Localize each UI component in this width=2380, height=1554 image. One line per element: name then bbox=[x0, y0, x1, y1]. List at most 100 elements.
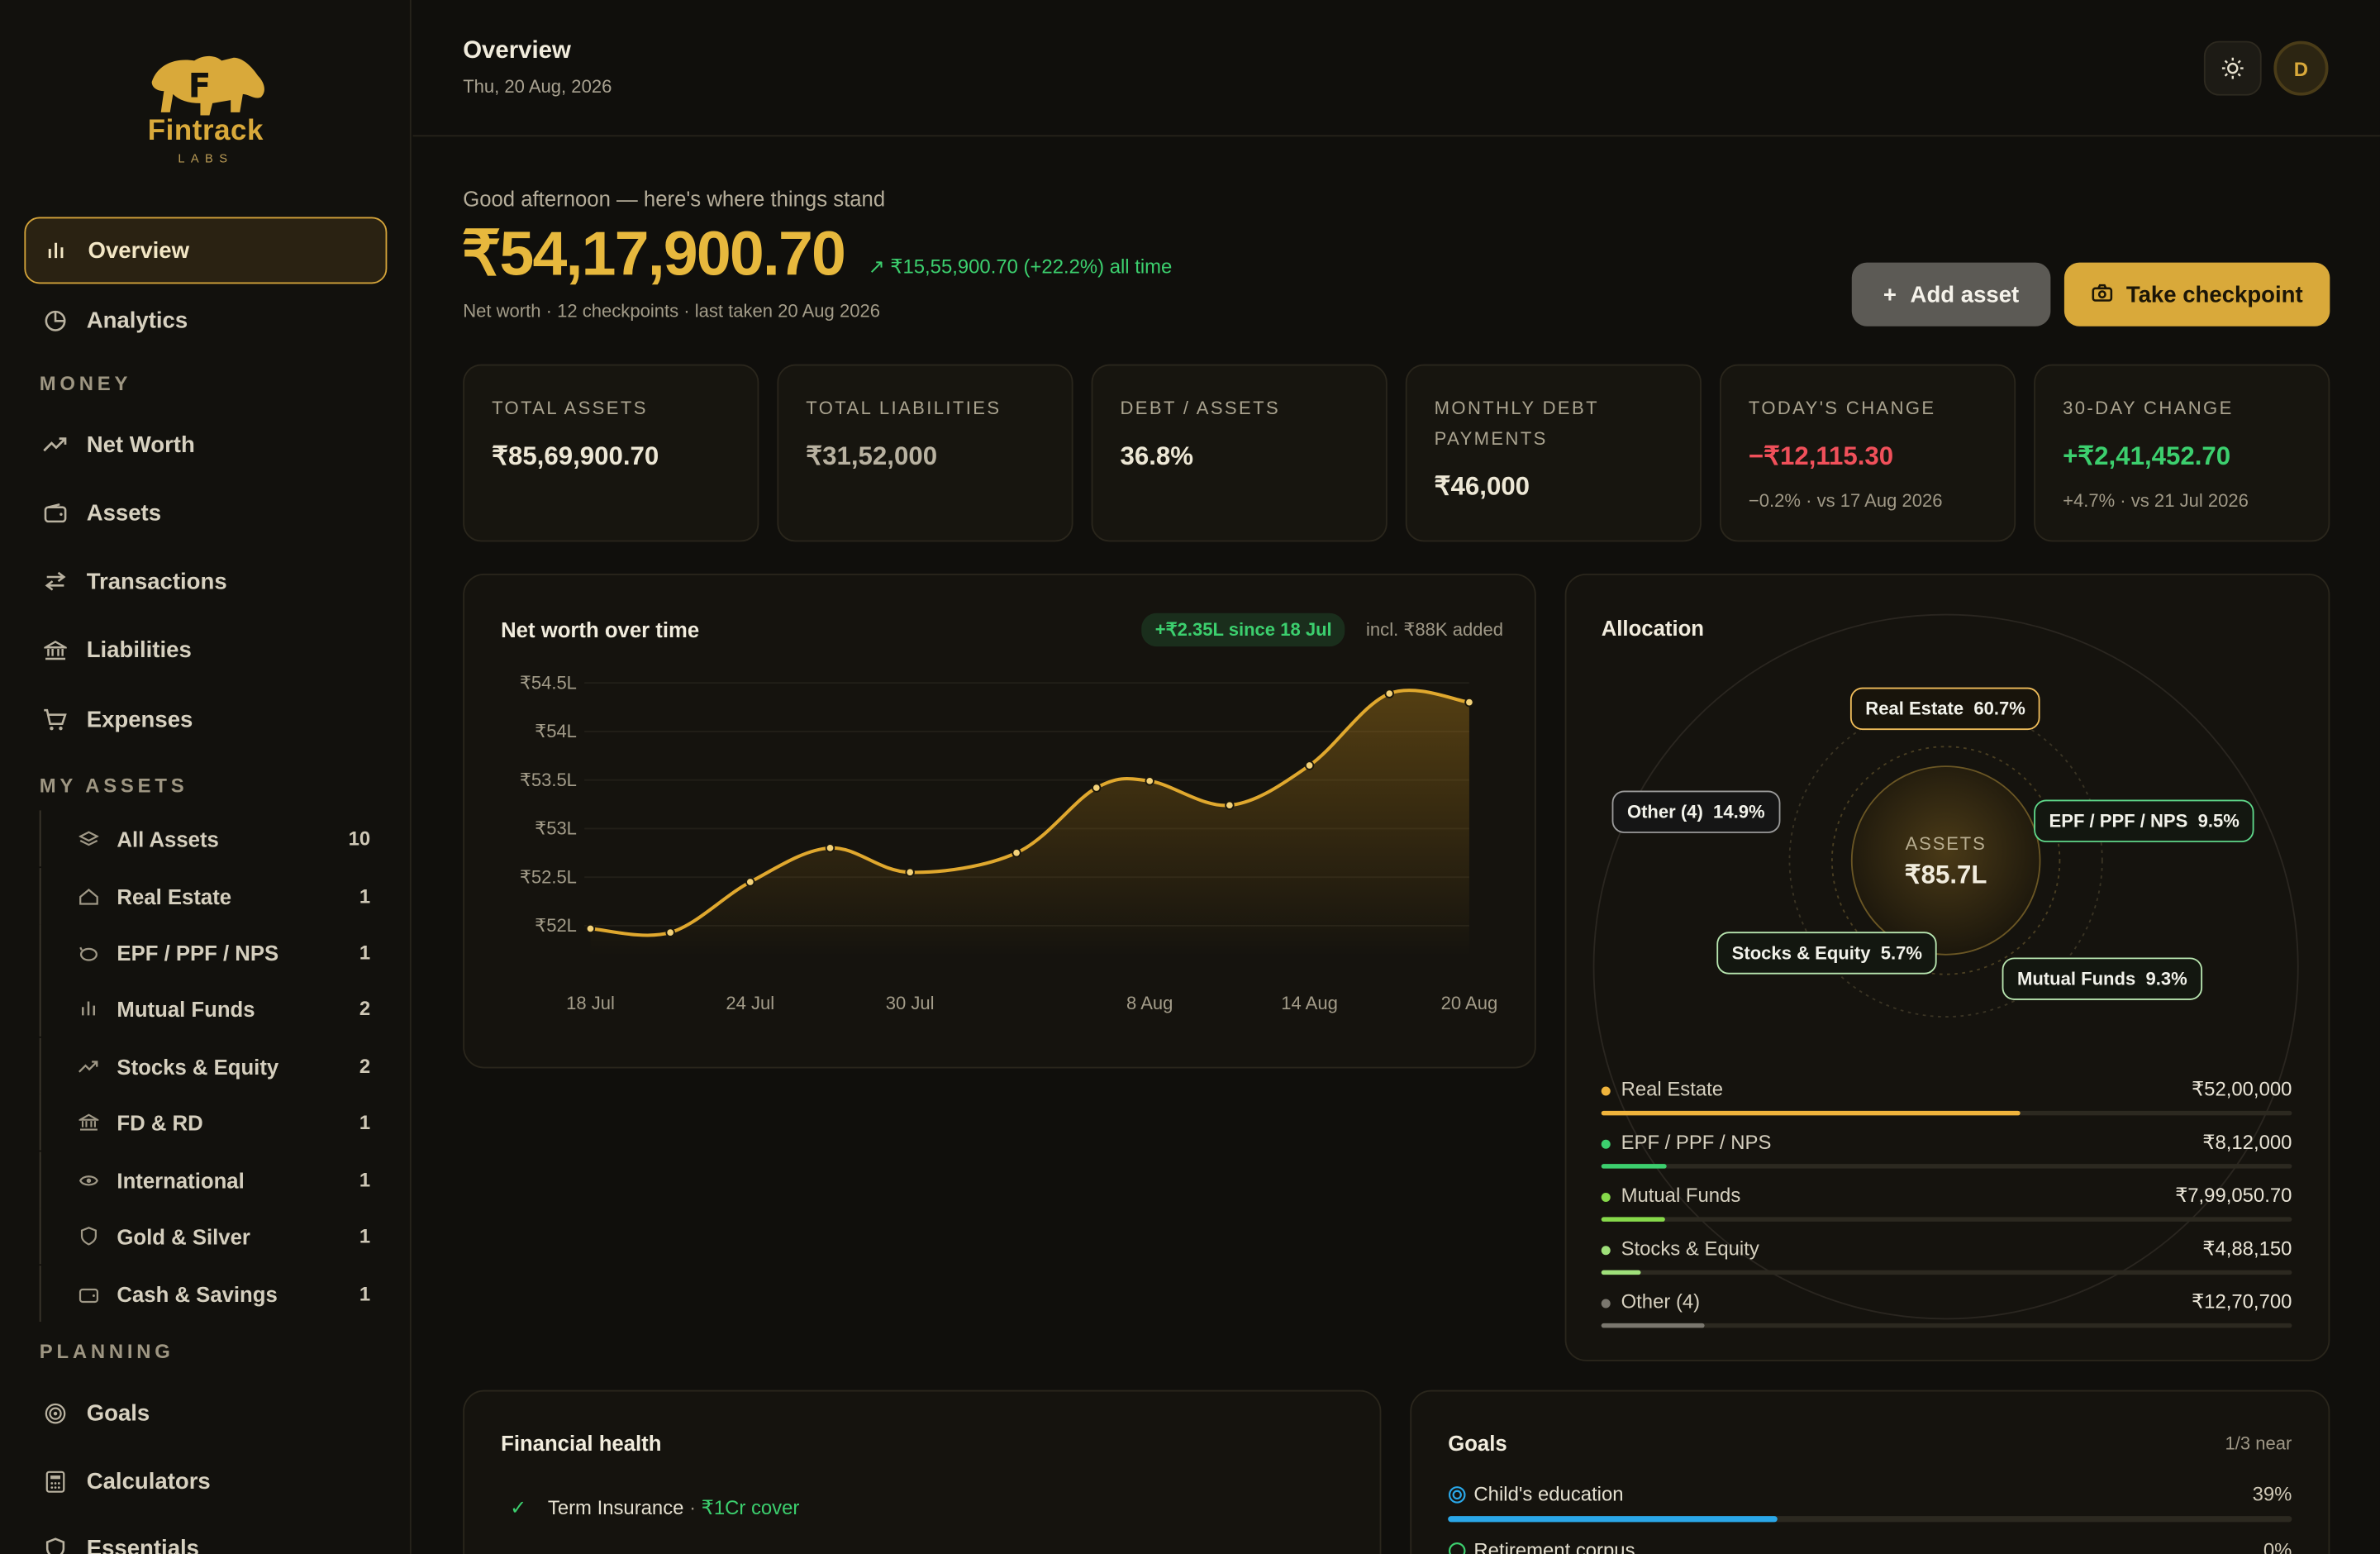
svg-text:F: F bbox=[188, 67, 211, 106]
allocation-title: Allocation bbox=[1601, 616, 1705, 641]
sidebar-item-analytics[interactable]: Analytics bbox=[24, 287, 387, 354]
goal-name: Child's education bbox=[1473, 1482, 1624, 1506]
sidebar-subitem-gold-silver[interactable]: Gold & Silver 1 bbox=[39, 1208, 388, 1265]
section-heading-my-assets: MY ASSETS bbox=[39, 774, 188, 797]
sidebar-subitem-mutual-funds[interactable]: Mutual Funds 2 bbox=[39, 980, 388, 1037]
allocation-bar-track bbox=[1601, 1217, 2292, 1222]
chart-point[interactable] bbox=[1304, 760, 1315, 770]
sidebar-item-label: Essentials bbox=[86, 1535, 200, 1554]
kpi-value: +₹2,41,452.70 bbox=[2063, 441, 2231, 471]
allocation-center-value: ₹85.7L bbox=[1904, 860, 1987, 889]
count-badge: 2 bbox=[359, 1054, 371, 1078]
sidebar-item-transactions[interactable]: Transactions bbox=[24, 548, 387, 615]
allocation-bubble-stocks[interactable]: Stocks & Equity 5.7% bbox=[1716, 932, 1938, 975]
allocation-row[interactable]: Stocks & Equity ₹4,88,150 bbox=[1601, 1237, 2292, 1293]
goal-row[interactable]: Child's education 39% bbox=[1448, 1483, 2292, 1528]
allocation-amount: ₹12,70,700 bbox=[2191, 1289, 2292, 1313]
kpi-value: 36.8% bbox=[1120, 441, 1194, 471]
sidebar-item-assets[interactable]: Assets bbox=[24, 479, 387, 546]
sidebar-item-label: Assets bbox=[86, 499, 162, 527]
chart-point[interactable] bbox=[745, 877, 755, 887]
allocation-bubble-mutual-funds[interactable]: Mutual Funds 9.3% bbox=[2002, 957, 2203, 1000]
sidebar-item-expenses[interactable]: Expenses bbox=[24, 686, 387, 753]
allocation-row[interactable]: Real Estate ₹52,00,000 bbox=[1601, 1077, 2292, 1133]
section-heading-planning: PLANNING bbox=[39, 1340, 174, 1363]
shield-icon bbox=[78, 1226, 99, 1246]
add-asset-button[interactable]: + Add asset bbox=[1851, 262, 2051, 327]
sidebar-item-overview[interactable]: Overview bbox=[24, 217, 388, 284]
allocation-row[interactable]: Mutual Funds ₹7,99,050.70 bbox=[1601, 1184, 2292, 1240]
brand-sub: LABS bbox=[178, 151, 234, 166]
sidebar-item-liabilities[interactable]: Liabilities bbox=[24, 616, 387, 683]
x-tick-label: 24 Jul bbox=[726, 993, 774, 1013]
layers-icon bbox=[78, 829, 99, 847]
sidebar-subitem-all-assets[interactable]: All Assets 10 bbox=[39, 810, 388, 867]
kpi-label: TOTAL ASSETS bbox=[492, 398, 648, 419]
net-worth-value: ₹54,17,900.70 bbox=[461, 218, 846, 288]
allocation-bubble-real-estate[interactable]: Real Estate 60.7% bbox=[1849, 687, 2041, 731]
kpi-card-debt-assets[interactable]: DEBT / ASSETS 36.8% bbox=[1091, 364, 1388, 542]
allocation-row[interactable]: EPF / PPF / NPS ₹8,12,000 bbox=[1601, 1131, 2292, 1186]
bubble-pct: 9.3% bbox=[2145, 968, 2187, 990]
chart-point[interactable] bbox=[1145, 776, 1154, 786]
goal-name: Retirement corpus bbox=[1473, 1538, 1635, 1554]
bar-chart-icon bbox=[44, 238, 68, 262]
goals-summary: 1/3 near bbox=[2225, 1432, 2292, 1454]
allocation-name: Other (4) bbox=[1621, 1289, 1701, 1313]
take-checkpoint-button[interactable]: Take checkpoint bbox=[2063, 262, 2330, 327]
app-root: F Fintrack LABS Overview Analytics MONEY… bbox=[0, 0, 2380, 1554]
kpi-card-total-liabilities[interactable]: TOTAL LIABILITIES ₹31,52,000 bbox=[777, 364, 1073, 542]
chart-point[interactable] bbox=[585, 923, 596, 934]
sidebar-subitem-fd-rd[interactable]: FD & RD 1 bbox=[39, 1094, 388, 1151]
count-badge: 1 bbox=[359, 1168, 371, 1192]
bubble-name: Stocks & Equity bbox=[1731, 942, 1871, 964]
chart-point[interactable] bbox=[825, 843, 835, 853]
kpi-card-30-day-change[interactable]: 30-DAY CHANGE +₹2,41,452.70 +4.7% · vs 2… bbox=[2034, 364, 2330, 542]
sidebar-item-essentials[interactable]: Essentials bbox=[24, 1514, 387, 1554]
chart-point[interactable] bbox=[1011, 848, 1021, 858]
sidebar-item-calculators[interactable]: Calculators bbox=[24, 1447, 387, 1514]
bank-icon bbox=[78, 1113, 99, 1132]
sidebar-item-net-worth[interactable]: Net Worth bbox=[24, 412, 387, 479]
bubble-name: Other (4) bbox=[1626, 801, 1703, 823]
bubble-pct: 14.9% bbox=[1713, 801, 1765, 823]
allocation-row[interactable]: Other (4) ₹12,70,700 bbox=[1601, 1289, 2292, 1346]
health-item-sep: · bbox=[683, 1496, 702, 1519]
kpi-subtext: +4.7% · vs 21 Jul 2026 bbox=[2063, 489, 2249, 512]
page-date: Thu, 20 Aug, 2026 bbox=[463, 75, 612, 98]
chart-point[interactable] bbox=[665, 927, 675, 937]
sidebar-subitem-international[interactable]: International 1 bbox=[39, 1151, 388, 1208]
sidebar-item-label: Transactions bbox=[86, 568, 227, 594]
brand-logo[interactable]: F Fintrack LABS bbox=[0, 51, 412, 165]
avatar[interactable]: D bbox=[2273, 41, 2329, 96]
kpi-card-total-assets[interactable]: TOTAL ASSETS ₹85,69,900.70 bbox=[463, 364, 759, 542]
add-asset-label: Add asset bbox=[1910, 281, 2020, 307]
chart-point[interactable] bbox=[905, 867, 915, 877]
sidebar-subitem-label: International bbox=[117, 1167, 245, 1193]
allocation-center-label: ASSETS bbox=[1905, 832, 1987, 855]
trend-up-icon bbox=[78, 1059, 99, 1074]
health-item[interactable]: ✓ Term Insurance · ₹1Cr cover bbox=[510, 1496, 799, 1520]
sidebar-subitem-label: Mutual Funds bbox=[117, 996, 255, 1021]
sidebar: F Fintrack LABS Overview Analytics MONEY… bbox=[0, 0, 412, 1554]
bank-icon bbox=[42, 637, 66, 661]
sidebar-subitem-stocks[interactable]: Stocks & Equity 2 bbox=[39, 1037, 388, 1094]
theme-toggle-button[interactable] bbox=[2203, 41, 2262, 96]
greeting: Good afternoon — here's where things sta… bbox=[463, 186, 886, 212]
section-heading-money: MONEY bbox=[39, 371, 132, 395]
chart-point[interactable] bbox=[1384, 689, 1394, 698]
target-icon bbox=[1448, 1485, 1466, 1512]
chart-point[interactable] bbox=[1225, 800, 1235, 810]
chart-point[interactable] bbox=[1464, 697, 1474, 708]
goal-row[interactable]: Retirement corpus 0% bbox=[1448, 1539, 2292, 1554]
sidebar-subitem-cash-savings[interactable]: Cash & Savings 1 bbox=[39, 1266, 388, 1323]
sidebar-subitem-real-estate[interactable]: Real Estate 1 bbox=[39, 868, 388, 925]
chart-point[interactable] bbox=[1092, 783, 1102, 793]
kpi-card-monthly-debt[interactable]: MONTHLY DEBT PAYMENTS ₹46,000 bbox=[1405, 364, 1702, 542]
sidebar-item-goals[interactable]: Goals bbox=[24, 1380, 387, 1447]
sidebar-subitem-epf[interactable]: EPF / PPF / NPS 1 bbox=[39, 924, 388, 980]
kpi-card-todays-change[interactable]: TODAY'S CHANGE −₹12,115.30 −0.2% · vs 17… bbox=[1719, 364, 2016, 542]
allocation-bubble-other[interactable]: Other (4) 14.9% bbox=[1611, 790, 1780, 833]
allocation-bubble-epf[interactable]: EPF / PPF / NPS 9.5% bbox=[2034, 799, 2255, 842]
count-badge: 2 bbox=[359, 997, 371, 1020]
